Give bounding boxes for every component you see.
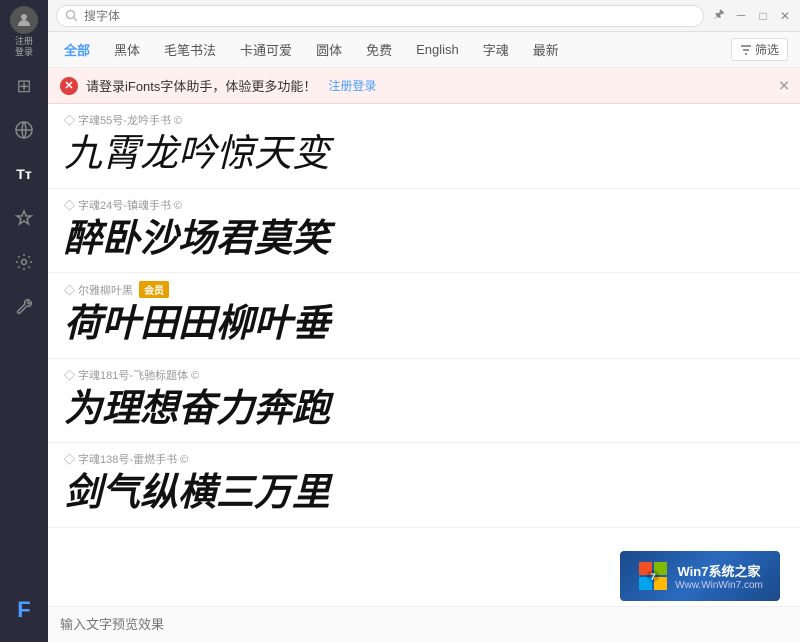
alert-close-button[interactable]: ✕ — [778, 77, 790, 94]
brand-f-icon[interactable]: F — [0, 588, 48, 632]
font-item-0[interactable]: ◇ 字魂55号-龙吟手书 © 九霄龙吟惊天变 — [48, 104, 800, 189]
alert-banner: ✕ 请登录iFonts字体助手，体验更多功能！ 注册登录 ✕ — [48, 68, 800, 104]
search-icon — [65, 9, 78, 22]
font-name-1: ◇ 字魂24号-镇魂手书 © — [64, 197, 182, 213]
search-box[interactable] — [56, 5, 704, 27]
vip-badge-2: 会员 — [139, 281, 169, 298]
star-icon[interactable] — [0, 196, 48, 240]
filter-button[interactable]: 筛选 — [731, 38, 788, 61]
filter-all[interactable]: 全部 — [60, 38, 94, 61]
main-content: 🖈 － □ ✕ 全部 黑体 毛笔书法 卡通可爱 圆体 免费 English 字魂… — [48, 0, 800, 642]
alert-link[interactable]: 注册登录 — [328, 77, 376, 94]
globe-icon[interactable] — [0, 108, 48, 152]
font-meta-3: ◇ 字魂181号-飞驰标题体 © — [64, 367, 784, 383]
pin-button[interactable]: 🖈 — [712, 9, 726, 23]
sidebar: 注册登录 ⊞ Tт F — [0, 0, 48, 642]
filter-round[interactable]: 圆体 — [312, 38, 346, 61]
font-meta-4: ◇ 字魂138号-雷燃手书 © — [64, 451, 784, 467]
font-preview-2: 荷叶田田柳叶垂 — [64, 302, 784, 348]
font-name-4: ◇ 字魂138号-雷燃手书 © — [64, 451, 188, 467]
font-meta-2: ◇ 尔雅柳叶黑 会员 — [64, 281, 784, 298]
font-preview-4: 剑气纵横三万里 — [64, 471, 784, 517]
main-panel: 🖈 － □ ✕ 全部 黑体 毛笔书法 卡通可爱 圆体 免费 English 字魂… — [48, 0, 800, 642]
alert-icon: ✕ — [60, 77, 78, 95]
login-text[interactable]: 注册登录 — [15, 36, 33, 58]
font-item-2[interactable]: ◇ 尔雅柳叶黑 会员 荷叶田田柳叶垂 — [48, 273, 800, 359]
preview-input-bar — [48, 606, 800, 642]
font-preview-0: 九霄龙吟惊天变 — [64, 132, 784, 178]
filter-calligraphy[interactable]: 毛笔书法 — [160, 38, 220, 61]
filter-cartoon[interactable]: 卡通可爱 — [236, 38, 296, 61]
font-item-1[interactable]: ◇ 字魂24号-镇魂手书 © 醉卧沙场君莫笑 — [48, 189, 800, 274]
filter-label: 筛选 — [755, 41, 779, 58]
font-item-4[interactable]: ◇ 字魂138号-雷燃手书 © 剑气纵横三万里 — [48, 443, 800, 528]
filter-zihun[interactable]: 字魂 — [479, 38, 513, 61]
home-icon[interactable]: ⊞ — [0, 64, 48, 108]
font-preview-3: 为理想奋力奔跑 — [64, 387, 784, 433]
filter-heiti[interactable]: 黑体 — [110, 38, 144, 61]
filter-free[interactable]: 免费 — [362, 38, 396, 61]
settings-icon[interactable] — [0, 240, 48, 284]
search-input[interactable] — [84, 9, 695, 23]
avatar-icon — [10, 6, 38, 34]
window-controls: 🖈 － □ ✕ — [712, 9, 792, 23]
preview-input[interactable] — [60, 617, 788, 632]
font-list: ◇ 字魂55号-龙吟手书 © 九霄龙吟惊天变 ◇ 字魂24号-镇魂手书 © 醉卧… — [48, 104, 800, 606]
alert-text: 请登录iFonts字体助手，体验更多功能！ — [86, 76, 316, 95]
font-name-3: ◇ 字魂181号-飞驰标题体 © — [64, 367, 199, 383]
font-item-3[interactable]: ◇ 字魂181号-飞驰标题体 © 为理想奋力奔跑 — [48, 359, 800, 444]
filter-newest[interactable]: 最新 — [529, 38, 563, 61]
filter-icon — [740, 44, 752, 56]
close-button[interactable]: ✕ — [778, 9, 792, 23]
font-preview-1: 醉卧沙场君莫笑 — [64, 217, 784, 263]
font-meta-0: ◇ 字魂55号-龙吟手书 © — [64, 112, 784, 128]
titlebar: 🖈 － □ ✕ — [48, 0, 800, 32]
maximize-button[interactable]: □ — [756, 9, 770, 23]
font-name-2: ◇ 尔雅柳叶黑 — [64, 282, 133, 298]
font-name-0: ◇ 字魂55号-龙吟手书 © — [64, 112, 182, 128]
filterbar: 全部 黑体 毛笔书法 卡通可爱 圆体 免费 English 字魂 最新 筛选 — [48, 32, 800, 68]
filter-english[interactable]: English — [412, 40, 463, 59]
wrench-icon[interactable] — [0, 284, 48, 328]
minimize-button[interactable]: － — [734, 9, 748, 23]
font-tt-icon[interactable]: Tт — [0, 152, 48, 196]
font-meta-1: ◇ 字魂24号-镇魂手书 © — [64, 197, 784, 213]
user-avatar[interactable]: 注册登录 — [0, 0, 48, 64]
